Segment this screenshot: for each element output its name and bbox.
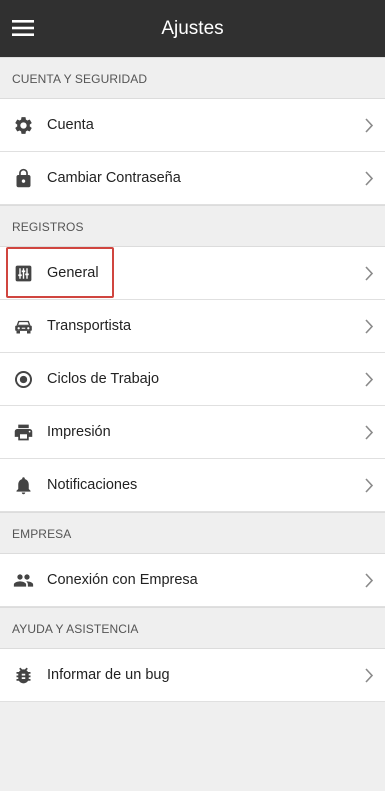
settings-item-label: Informar de un bug: [47, 667, 170, 683]
settings-item-label: Cambiar Contraseña: [47, 170, 181, 186]
settings-item-label: Conexión con Empresa: [47, 572, 198, 588]
lock-icon: [13, 168, 34, 189]
chevron-right-icon: [363, 265, 375, 282]
chevron-right-icon: [363, 477, 375, 494]
section-header-account: CUENTA Y SEGURIDAD: [0, 57, 385, 99]
settings-item-conexion-con-empresa[interactable]: Conexión con Empresa: [0, 554, 385, 607]
section-header-company: EMPRESA: [0, 512, 385, 554]
page-title: Ajustes: [161, 18, 224, 39]
settings-item-ciclos-de-trabajo[interactable]: Ciclos de Trabajo: [0, 353, 385, 406]
app-bar: Ajustes: [0, 0, 385, 57]
radio-button-icon: [13, 369, 34, 390]
bell-icon: [13, 475, 34, 496]
people-icon: [13, 570, 34, 591]
settings-item-informar-bug[interactable]: Informar de un bug: [0, 649, 385, 702]
settings-item-impresion[interactable]: Impresión: [0, 406, 385, 459]
settings-item-label: Ciclos de Trabajo: [47, 371, 160, 387]
gear-icon: [13, 115, 34, 136]
settings-item-label: Notificaciones: [47, 477, 138, 493]
settings-item-cuenta[interactable]: Cuenta: [0, 99, 385, 152]
settings-item-cambiar-contrasena[interactable]: Cambiar Contraseña: [0, 152, 385, 205]
tune-sliders-icon: [13, 263, 34, 284]
settings-item-label: Impresión: [47, 424, 111, 440]
bug-icon: [13, 665, 34, 686]
settings-item-transportista[interactable]: Transportista: [0, 300, 385, 353]
settings-item-label: Cuenta: [47, 117, 94, 133]
chevron-right-icon: [363, 572, 375, 589]
section-header-records: REGISTROS: [0, 205, 385, 247]
chevron-right-icon: [363, 318, 375, 335]
settings-item-label: General: [47, 265, 99, 281]
settings-item-label: Transportista: [47, 318, 132, 334]
chevron-right-icon: [363, 371, 375, 388]
car-icon: [13, 316, 34, 337]
settings-item-general[interactable]: General: [0, 247, 385, 300]
section-header-help: AYUDA Y ASISTENCIA: [0, 607, 385, 649]
chevron-right-icon: [363, 117, 375, 134]
chevron-right-icon: [363, 170, 375, 187]
settings-item-notificaciones[interactable]: Notificaciones: [0, 459, 385, 512]
chevron-right-icon: [363, 424, 375, 441]
chevron-right-icon: [363, 667, 375, 684]
hamburger-menu-icon[interactable]: [8, 12, 40, 44]
printer-icon: [13, 422, 34, 443]
